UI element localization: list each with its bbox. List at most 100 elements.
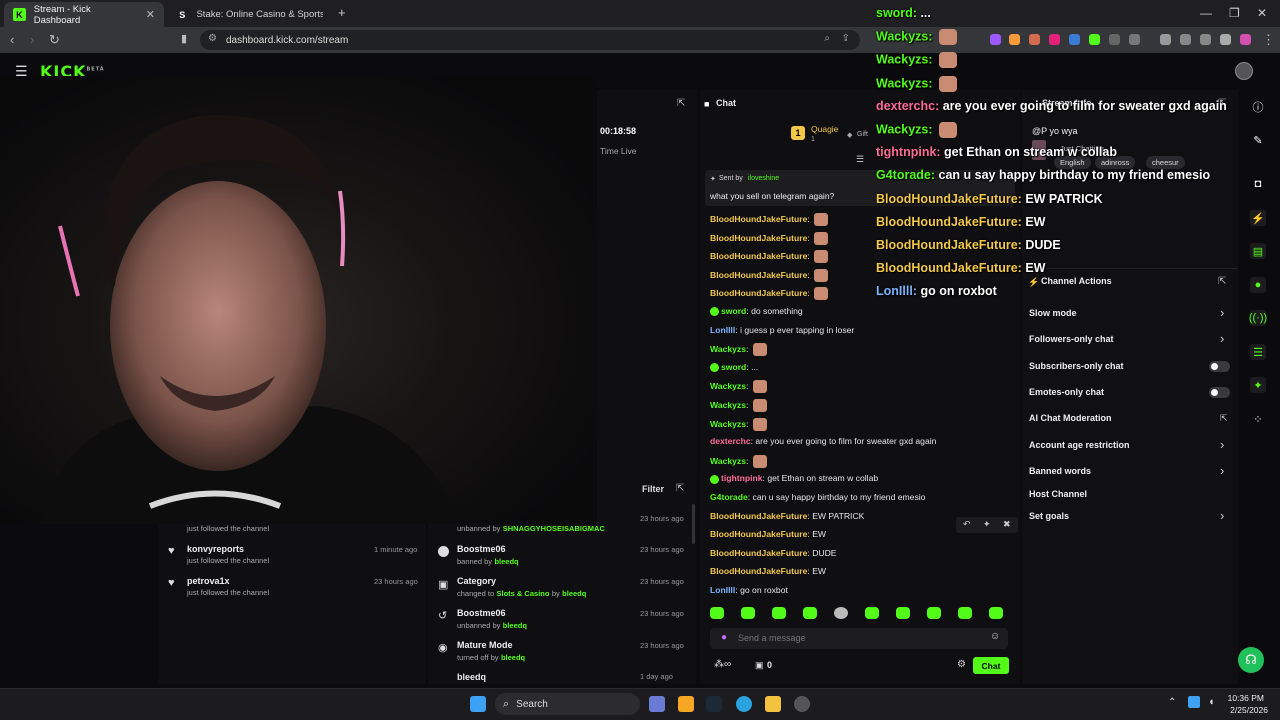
site-info-icon[interactable]: ⚙ bbox=[208, 33, 217, 44]
extension-icon[interactable] bbox=[1029, 34, 1040, 45]
pin-icon[interactable]: ✦ bbox=[983, 519, 991, 530]
emote-icon[interactable] bbox=[710, 607, 724, 619]
modlog-target[interactable]: Slots & Casino bbox=[497, 589, 550, 598]
chat-username[interactable]: BloodHoundJakeFuture bbox=[710, 566, 807, 576]
banned-words-label[interactable]: Banned words bbox=[1029, 466, 1091, 476]
share-icon[interactable]: ⇪ bbox=[842, 33, 850, 44]
forward-arrow-icon[interactable]: › bbox=[30, 32, 34, 47]
ai-moderation-label[interactable]: AI Chat Moderation bbox=[1029, 413, 1112, 423]
chevron-right-icon[interactable]: › bbox=[1220, 508, 1224, 523]
clock-date[interactable]: 2/25/2026 bbox=[1226, 705, 1268, 715]
file-explorer-icon[interactable] bbox=[765, 696, 781, 712]
extension-icon[interactable] bbox=[1109, 34, 1120, 45]
reply-icon[interactable]: ↶ bbox=[963, 519, 971, 530]
camera-icon[interactable]: ◘ bbox=[1250, 176, 1266, 192]
chevron-right-icon[interactable]: › bbox=[1220, 331, 1224, 346]
steam-icon[interactable] bbox=[706, 696, 722, 712]
filter-icon[interactable]: ☰ bbox=[856, 154, 864, 165]
tray-chevron-icon[interactable]: ⌃ bbox=[1168, 697, 1176, 708]
account-age-label[interactable]: Account age restriction bbox=[1029, 440, 1130, 450]
emote-icon[interactable] bbox=[741, 607, 755, 619]
close-tab-icon[interactable]: ✕ bbox=[146, 8, 155, 21]
extension-icon[interactable] bbox=[1129, 34, 1140, 45]
support-headset-icon[interactable]: ☊ bbox=[1238, 647, 1264, 673]
pinned-by-user[interactable]: iloveshine bbox=[748, 175, 779, 182]
modlog-target[interactable]: SHNAGGYHOSEISABIGMAC bbox=[503, 524, 605, 533]
new-tab-button[interactable]: + bbox=[338, 5, 346, 20]
popout-icon[interactable]: ⇱ bbox=[1218, 276, 1226, 287]
set-goals-label[interactable]: Set goals bbox=[1029, 511, 1069, 521]
chat-username[interactable]: Wackyzs bbox=[710, 456, 746, 466]
clock-time[interactable]: 10:36 PM bbox=[1226, 693, 1264, 703]
chat-username[interactable]: BloodHoundJakeFuture bbox=[710, 548, 807, 558]
chat-username[interactable]: BloodHoundJakeFuture bbox=[710, 270, 807, 280]
modlog-target[interactable]: bleedq bbox=[494, 557, 518, 566]
gift-icon[interactable]: ▣ bbox=[755, 660, 764, 671]
chat-username[interactable]: BloodHoundJakeFuture bbox=[710, 529, 807, 539]
tab-stake[interactable]: S Stake: Online Casino & Sports Betting bbox=[167, 2, 332, 27]
emote-icon[interactable] bbox=[927, 607, 941, 619]
apps-icon[interactable]: ⁘ bbox=[1250, 411, 1266, 427]
viewers-icon[interactable]: ⁂∞ bbox=[714, 659, 731, 670]
close-window-button[interactable]: ✕ bbox=[1257, 6, 1267, 20]
emotes-only-toggle[interactable] bbox=[1209, 387, 1230, 398]
popout-icon[interactable]: ⇱ bbox=[676, 483, 684, 494]
document-icon[interactable]: ▤ bbox=[1250, 243, 1266, 259]
shield-icon[interactable] bbox=[1220, 34, 1231, 45]
chat-settings-icon[interactable]: ⚙ bbox=[957, 659, 966, 670]
modlog-target[interactable]: bleedq bbox=[562, 589, 586, 598]
telegram-icon[interactable] bbox=[736, 696, 752, 712]
chat-username[interactable]: Wackyzs bbox=[710, 400, 746, 410]
reload-icon[interactable]: ↻ bbox=[49, 32, 60, 48]
extension-icon[interactable] bbox=[1009, 34, 1020, 45]
chat-username[interactable]: BloodHoundJakeFuture bbox=[710, 251, 807, 261]
chat-username[interactable]: Wackyzs bbox=[710, 344, 746, 354]
app-icon[interactable] bbox=[678, 696, 694, 712]
emote-icon[interactable] bbox=[958, 607, 972, 619]
tab-kick-dashboard[interactable]: K Stream - Kick Dashboard ✕ bbox=[4, 2, 164, 27]
user-avatar[interactable] bbox=[1235, 62, 1253, 80]
minimize-button[interactable]: — bbox=[1200, 6, 1212, 20]
chat-username[interactable]: BloodHoundJakeFuture bbox=[710, 288, 807, 298]
chat-username[interactable]: sword bbox=[721, 306, 746, 316]
url-field[interactable]: ⚙ dashboard.kick.com/stream ⌕ ⇪ bbox=[200, 30, 860, 50]
extension-icon[interactable] bbox=[1049, 34, 1060, 45]
top-user-name[interactable]: Quagie bbox=[811, 124, 838, 134]
chevron-right-icon[interactable]: › bbox=[1220, 463, 1224, 478]
wrench-icon[interactable]: ✦ bbox=[1250, 377, 1266, 393]
wallet-icon[interactable] bbox=[1180, 34, 1191, 45]
microphone-icon[interactable]: ● bbox=[721, 632, 727, 643]
scrollbar[interactable] bbox=[692, 504, 695, 544]
gift-label[interactable]: Gift bbox=[857, 131, 868, 138]
chat-username[interactable]: G4torade bbox=[710, 492, 748, 502]
broadcast-icon[interactable]: ((·)) bbox=[1249, 310, 1267, 326]
emoji-picker-icon[interactable]: ☺ bbox=[990, 631, 1000, 642]
slow-mode-label[interactable]: Slow mode bbox=[1029, 308, 1077, 318]
chat-username[interactable]: LonIlll bbox=[710, 585, 735, 595]
host-channel-label[interactable]: Host Channel bbox=[1029, 489, 1087, 499]
chat-username[interactable]: Wackyzs bbox=[710, 418, 746, 428]
chat-username[interactable]: BloodHoundJakeFuture bbox=[710, 214, 807, 224]
modlog-target[interactable]: bleedq bbox=[503, 621, 527, 630]
emote-icon[interactable] bbox=[803, 607, 817, 619]
chat-username[interactable]: sword bbox=[721, 362, 746, 372]
followers-only-label[interactable]: Followers-only chat bbox=[1029, 334, 1114, 344]
puzzle-icon[interactable] bbox=[1200, 34, 1211, 45]
volume-icon[interactable]: ◖ bbox=[1208, 696, 1215, 708]
app-icon[interactable] bbox=[649, 696, 665, 712]
chat-username[interactable]: BloodHoundJakeFuture bbox=[710, 232, 807, 242]
chat-username[interactable]: tightnpink bbox=[721, 473, 763, 483]
zoom-icon[interactable]: ⌕ bbox=[824, 33, 830, 44]
tray-app-icon[interactable] bbox=[1188, 696, 1200, 708]
extension-icon[interactable] bbox=[990, 34, 1001, 45]
emote-icon[interactable] bbox=[834, 607, 848, 619]
edit-icon[interactable]: ✎ bbox=[1250, 132, 1266, 148]
extension-icon[interactable] bbox=[1089, 34, 1100, 45]
chat-username[interactable]: dexterchc bbox=[710, 436, 751, 446]
layout-icon[interactable]: ☰ bbox=[1250, 344, 1266, 360]
sidebar-toggle-icon[interactable] bbox=[1160, 34, 1171, 45]
app-icon[interactable] bbox=[794, 696, 810, 712]
back-arrow-icon[interactable]: ‹ bbox=[10, 32, 14, 47]
bookmark-icon[interactable]: ▮ bbox=[181, 32, 187, 45]
subscribers-only-toggle[interactable] bbox=[1209, 361, 1230, 372]
